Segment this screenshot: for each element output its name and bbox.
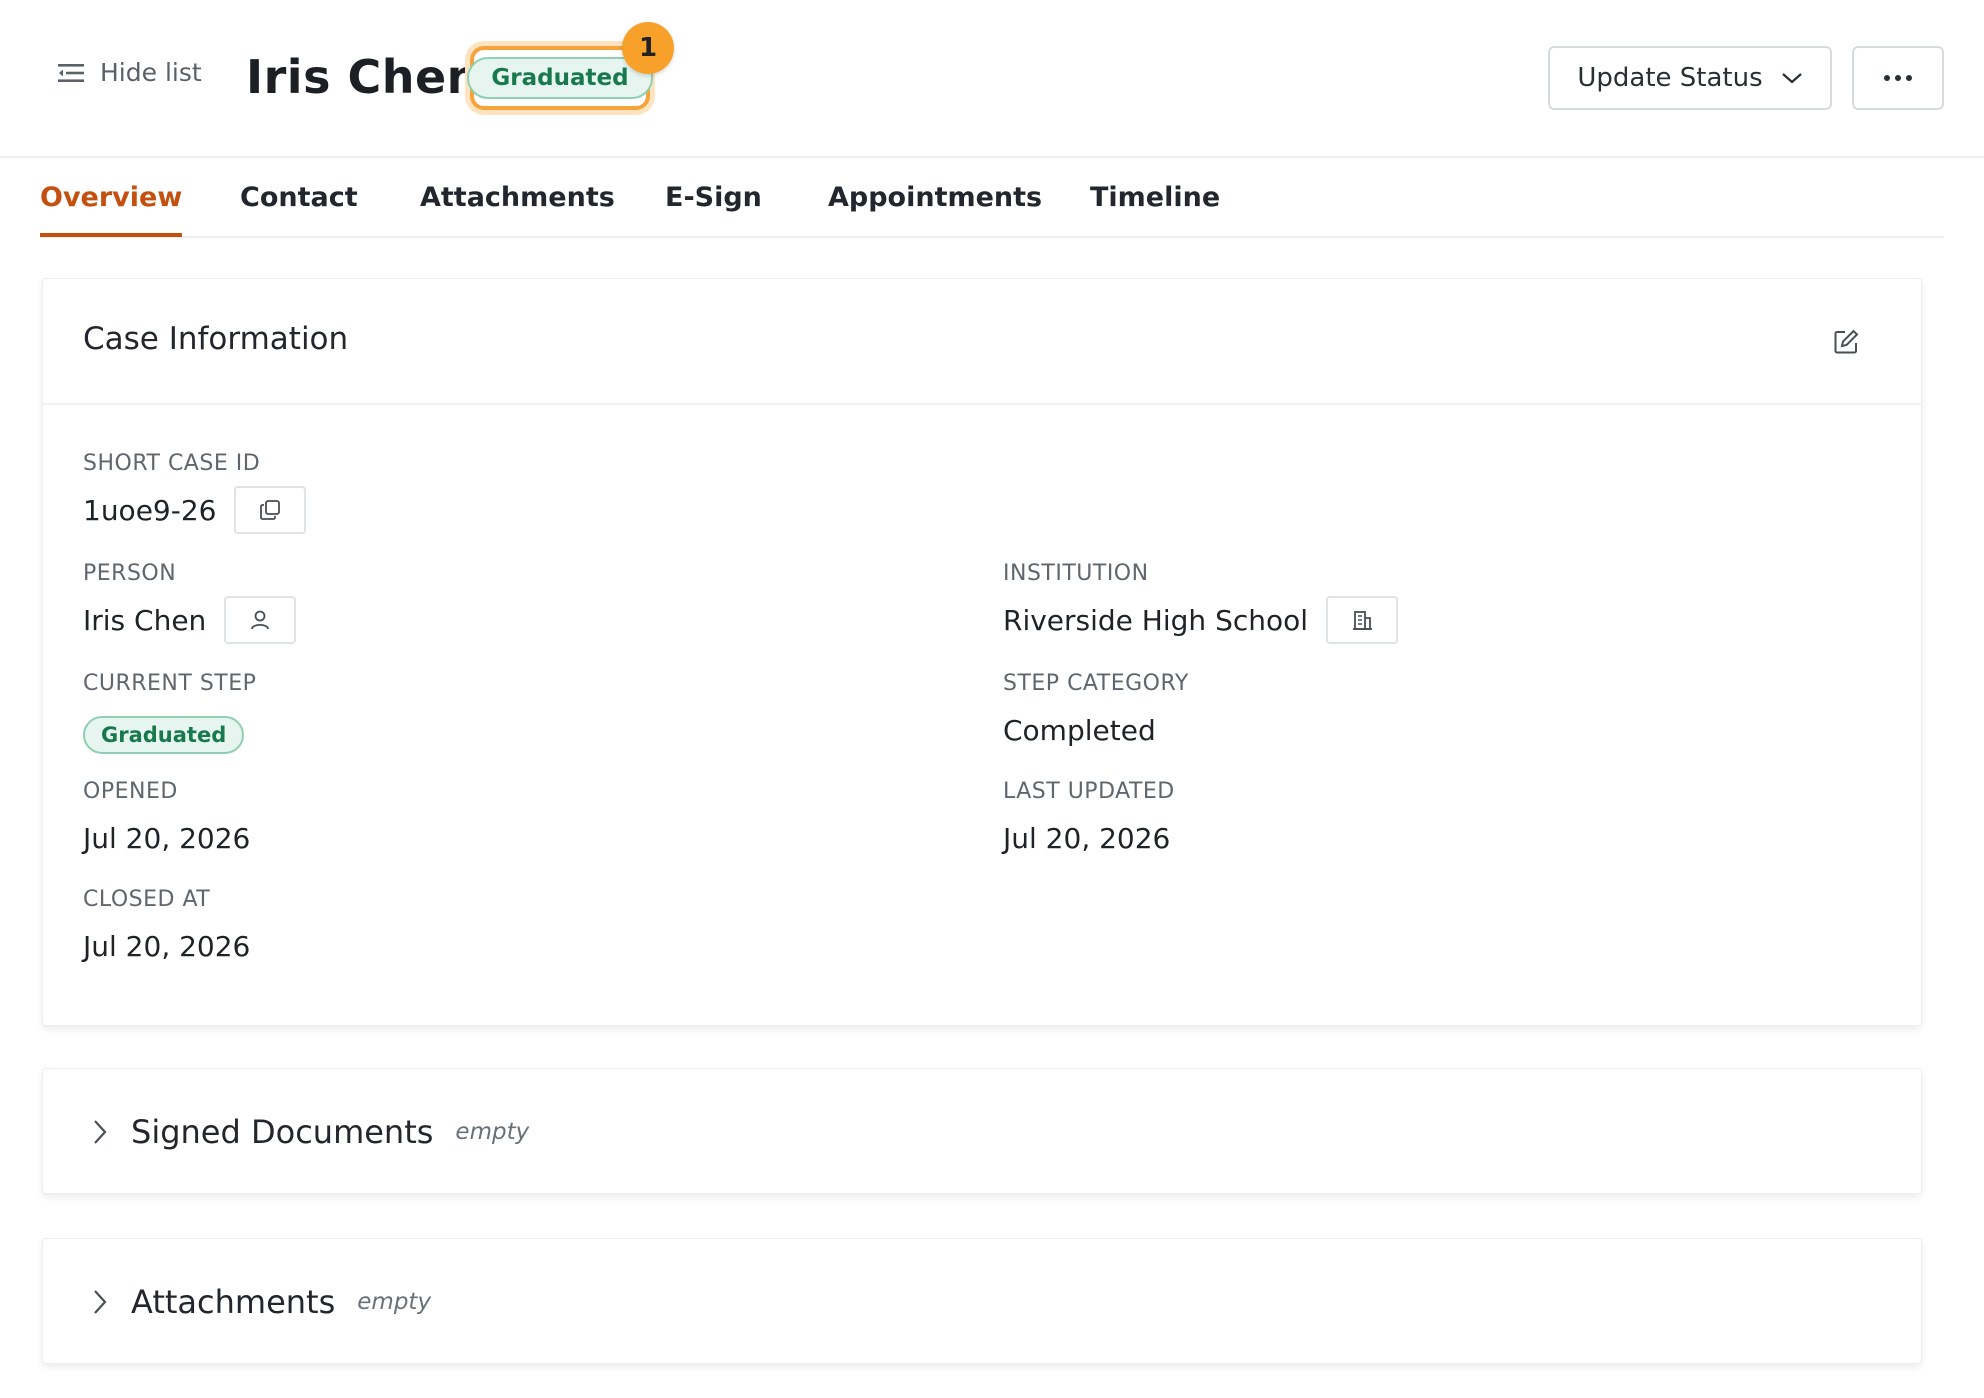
chevron-down-icon <box>1781 73 1802 84</box>
short-case-id-field: SHORT CASE ID 1uoe9-26 <box>83 451 307 534</box>
page-title: Iris Chen <box>246 50 480 104</box>
more-options-button[interactable] <box>1852 46 1944 110</box>
closed-at-label: CLOSED AT <box>83 887 211 912</box>
step-category-field: STEP CATEGORY Completed <box>1003 671 1189 747</box>
more-dots-icon <box>1884 75 1912 81</box>
person-value: Iris Chen <box>83 603 207 637</box>
last-updated-field: LAST UPDATED Jul 20, 2026 <box>1003 779 1175 855</box>
signed-documents-toggle[interactable]: Signed Documents empty <box>89 1069 529 1195</box>
attachments-empty-label: empty <box>357 1289 432 1315</box>
tab-attachments[interactable]: Attachments <box>420 182 615 233</box>
update-status-button[interactable]: Update Status <box>1548 46 1832 110</box>
current-step-badge: Graduated <box>83 716 245 754</box>
institution-label: INSTITUTION <box>1003 561 1149 586</box>
institution-field: INSTITUTION Riverside High School <box>1003 561 1399 644</box>
chevron-right-icon <box>94 1290 107 1314</box>
view-person-button[interactable] <box>224 596 297 644</box>
attachments-section: Attachments empty <box>42 1238 1922 1364</box>
update-status-label: Update Status <box>1577 63 1763 93</box>
last-updated-label: LAST UPDATED <box>1003 779 1175 804</box>
person-field: PERSON Iris Chen <box>83 561 297 644</box>
opened-label: OPENED <box>83 779 178 804</box>
tab-e-sign[interactable]: E-Sign <box>665 182 762 233</box>
case-information-card: Case Information SHORT CASE ID 1uoe9-26 … <box>42 278 1922 1026</box>
short-case-id-label: SHORT CASE ID <box>83 451 261 476</box>
closed-at-value: Jul 20, 2026 <box>83 930 251 963</box>
current-step-label: CURRENT STEP <box>83 671 257 696</box>
opened-field: OPENED Jul 20, 2026 <box>83 779 250 855</box>
attachments-title: Attachments <box>131 1283 336 1321</box>
step-category-value: Completed <box>1003 714 1156 747</box>
case-detail-page: Hide list Iris Chen Graduated 1 Update S… <box>0 0 1984 1398</box>
person-label: PERSON <box>83 561 177 586</box>
copy-icon <box>260 500 281 520</box>
last-updated-value: Jul 20, 2026 <box>1003 822 1171 855</box>
hide-list-label: Hide list <box>100 58 202 87</box>
institution-value: Riverside High School <box>1003 603 1309 637</box>
list-collapse-icon <box>58 63 84 82</box>
current-step-field: CURRENT STEP Graduated <box>83 671 256 754</box>
page-header: Hide list Iris Chen Graduated 1 Update S… <box>0 0 1984 158</box>
short-case-id-value: 1uoe9-26 <box>83 493 217 527</box>
building-icon <box>1353 611 1373 630</box>
chevron-right-icon <box>94 1120 107 1144</box>
notification-count-badge: 1 <box>622 22 674 74</box>
copy-case-id-button[interactable] <box>234 486 307 534</box>
signed-documents-title: Signed Documents <box>131 1113 434 1151</box>
signed-documents-section: Signed Documents empty <box>42 1068 1922 1194</box>
case-information-header: Case Information <box>43 279 1921 405</box>
tab-timeline[interactable]: Timeline <box>1090 182 1220 233</box>
tab-bar: Overview Contact Attachments E-Sign Appo… <box>40 158 1944 238</box>
view-institution-button[interactable] <box>1326 596 1399 644</box>
status-badge: Graduated <box>467 57 653 99</box>
opened-value: Jul 20, 2026 <box>83 822 251 855</box>
case-information-title: Case Information <box>83 321 349 357</box>
closed-at-field: CLOSED AT Jul 20, 2026 <box>83 887 250 963</box>
user-icon <box>251 610 270 630</box>
tab-contact[interactable]: Contact <box>240 182 358 233</box>
hide-list-button[interactable]: Hide list <box>58 58 202 87</box>
step-category-label: STEP CATEGORY <box>1003 671 1189 696</box>
edit-icon[interactable] <box>1833 329 1859 355</box>
tab-appointments[interactable]: Appointments <box>828 182 1042 233</box>
signed-documents-empty-label: empty <box>455 1119 530 1145</box>
attachments-toggle[interactable]: Attachments empty <box>89 1239 431 1365</box>
tab-overview[interactable]: Overview <box>40 182 183 237</box>
